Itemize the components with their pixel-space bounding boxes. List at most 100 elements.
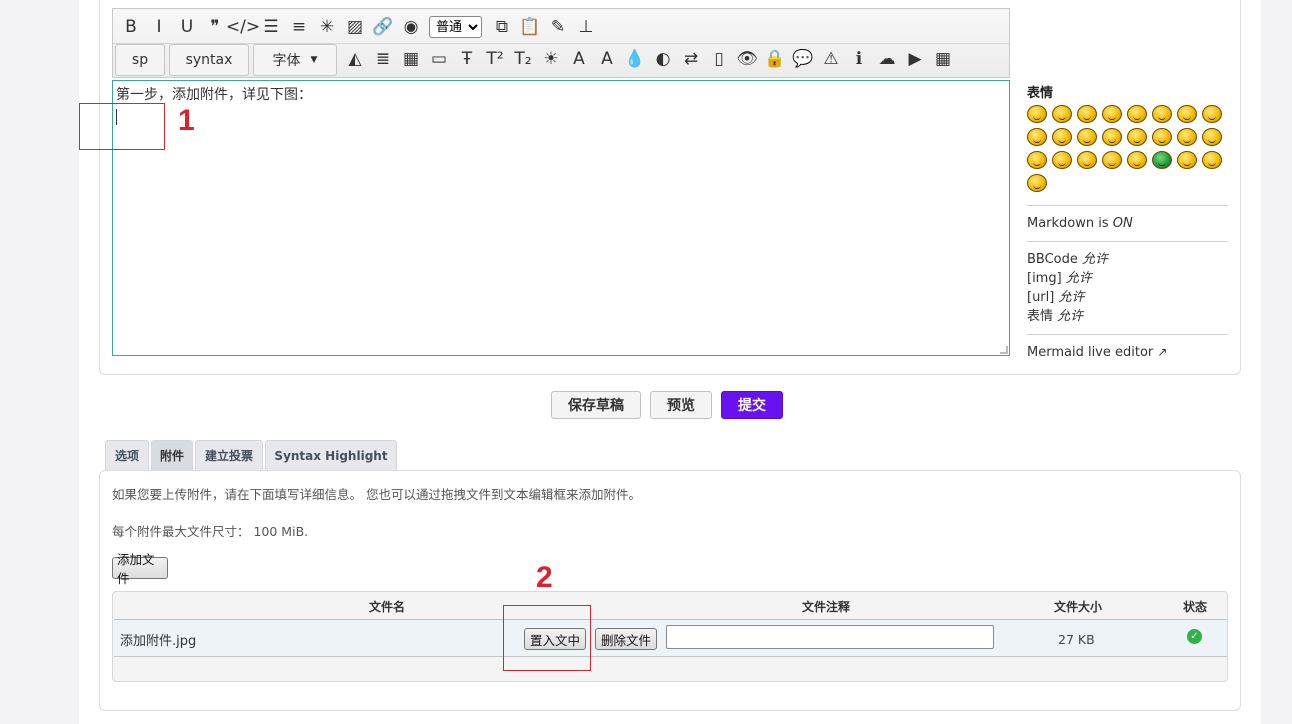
bullet-list-icon[interactable]: ☰ [257,14,285,40]
save-draft-label: 保存草稿 [568,398,624,414]
smiley-icon[interactable] [1202,128,1222,146]
speech-bubble-icon[interactable]: 💬 [789,47,817,73]
attachment-size: 27 KB [1058,632,1095,647]
italic-icon[interactable]: I [145,14,173,40]
tab-options-label: 选项 [114,449,139,463]
smiley-icon[interactable] [1077,105,1097,123]
smiley-icon[interactable] [1052,128,1072,146]
chevron-down-icon: ▼ [310,54,318,65]
font-dropdown-button[interactable]: 字体 ▼ [253,43,337,76]
add-file-button[interactable]: 添加文件 [112,552,168,586]
permission-line: [img] 允许 [1027,269,1228,288]
asterisk-icon[interactable]: ✳ [313,14,341,40]
soundcloud-icon[interactable]: ☁ [873,47,901,73]
box-icon[interactable]: ▯ [705,47,733,73]
smiley-icon[interactable] [1202,151,1222,169]
submit-button[interactable]: 提交 [721,391,783,419]
smiley-icon[interactable] [1127,128,1147,146]
info-icon[interactable]: ℹ [845,47,873,73]
permission-label: [img] [1027,271,1066,286]
permission-label: 表情 [1027,309,1058,324]
eraser-icon[interactable]: ◭ [341,47,369,73]
lock-icon[interactable]: 🔒 [761,47,789,73]
save-draft-button[interactable]: 保存草稿 [551,391,641,419]
spellcheck-icon[interactable]: ✎ [544,14,572,40]
permission-value: 允许 [1057,309,1084,324]
outline-text-icon[interactable]: A [593,47,621,73]
permission-value: 允许 [1058,290,1085,305]
smiley-icon[interactable] [1152,105,1172,123]
smiley-icon[interactable] [1027,128,1047,146]
tab-poll[interactable]: 建立投票 [195,440,263,470]
sun-icon[interactable]: ☀ [537,47,565,73]
bold-icon[interactable]: B [117,14,145,40]
hide-icon[interactable]: 👁 [733,47,761,73]
sitemap-icon[interactable]: ⊥ [572,14,600,40]
smiley-icon[interactable] [1127,105,1147,123]
smiley-icon[interactable] [1027,151,1047,169]
align-center-icon[interactable]: ≣ [369,47,397,73]
bbcode-toolbar: B I U ❞ </> ☰ ≡ ✳ ▨ 🔗 ◉ 普通 ⧉ 📋 ✎ ⊥ sp syntax 字体 ▼ ◭ ≣ ▦… [112,8,1010,78]
resize-handle[interactable] [1000,346,1008,354]
color-wheel-icon[interactable]: ◉ [397,14,425,40]
subscript-icon[interactable]: T₂ [509,47,537,73]
link-icon[interactable]: 🔗 [369,14,397,40]
smiley-icon[interactable] [1177,128,1197,146]
frame-icon[interactable]: ▭ [425,47,453,73]
grid-icon[interactable]: ▦ [929,47,957,73]
editor-sidebar: 表情 Markdown is ON BBCode 允许 [img] 允许 [url]… [1027,80,1228,362]
video-icon[interactable]: ▶ [901,47,929,73]
file-comment-input[interactable] [666,625,994,649]
smiley-icon[interactable] [1077,128,1097,146]
code-icon[interactable]: </> [226,14,260,40]
smiley-icon[interactable] [1102,128,1122,146]
attachments-table: 文件名 文件注释 文件大小 状态 添加附件.jpg 置入文中 删除文件 27 K… [112,591,1228,682]
annotation-number-2: 2 [536,561,553,594]
contrast-drop-icon[interactable]: ◐ [649,47,677,73]
paste-icon[interactable]: 📋 [516,14,544,40]
preview-button[interactable]: 预览 [650,391,712,419]
numbered-list-icon[interactable]: ≡ [285,14,313,40]
mermaid-link[interactable]: Mermaid live editor ↗ [1027,343,1228,362]
copy-icon[interactable]: ⧉ [488,14,516,40]
tab-syntax-highlight[interactable]: Syntax Highlight [265,440,397,470]
mermaid-link-label: Mermaid live editor [1027,345,1154,360]
smiley-icon[interactable] [1102,151,1122,169]
smiley-icon[interactable] [1202,105,1222,123]
font-size-select[interactable]: 普通 [429,16,482,38]
smiley-icon[interactable] [1127,151,1147,169]
table-icon[interactable]: ▦ [397,47,425,73]
superscript-icon[interactable]: T² [481,47,509,73]
smiley-icon[interactable] [1177,151,1197,169]
markdown-label: Markdown is [1027,216,1113,231]
sp-button-label: sp [131,51,149,68]
smiley-icon[interactable] [1027,105,1047,123]
permission-value: 允许 [1082,252,1109,267]
underline-icon[interactable]: U [173,14,201,40]
smiley-icon[interactable] [1152,128,1172,146]
quote-icon[interactable]: ❞ [201,14,229,40]
tab-poll-label: 建立投票 [204,449,253,463]
drop-icon[interactable]: 💧 [621,47,649,73]
smiley-icon[interactable] [1027,174,1047,192]
swap-icon[interactable]: ⇄ [677,47,705,73]
external-link-icon: ↗ [1157,345,1168,359]
strikethrough-icon[interactable]: Ŧ [453,47,481,73]
smiley-icon[interactable] [1102,105,1122,123]
smiley-icon[interactable] [1177,105,1197,123]
smiley-icon[interactable] [1052,151,1072,169]
attachments-help-text: 如果您要上传附件，请在下面填写详细信息。 您也可以通过拖拽文件到文本编辑框来添加… [112,487,641,502]
image-icon[interactable]: ▨ [341,14,369,40]
smiley-icon[interactable] [1077,151,1097,169]
smilies-grid [1027,105,1227,197]
tab-attachments[interactable]: 附件 [151,440,193,470]
tab-options[interactable]: 选项 [105,440,149,470]
smiley-icon[interactable] [1152,151,1172,169]
message-textarea[interactable]: 第一步，添加附件，详见下图： [112,80,1010,356]
smiley-icon[interactable] [1052,105,1072,123]
sp-button[interactable]: sp [115,43,165,76]
syntax-button[interactable]: syntax [169,43,249,76]
warning-icon[interactable]: ⚠ [817,47,845,73]
delete-file-button[interactable]: 删除文件 [595,628,657,650]
shadow-text-icon[interactable]: A [565,47,593,73]
